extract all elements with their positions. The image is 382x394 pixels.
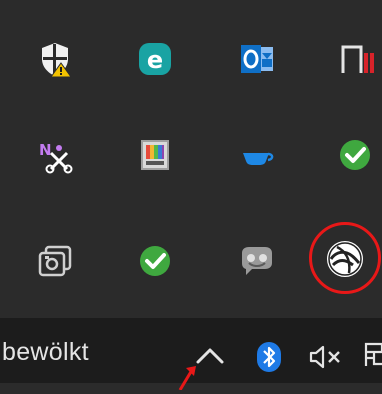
onenote-clip-icon[interactable]: N bbox=[28, 128, 82, 182]
cup-icon[interactable] bbox=[230, 128, 284, 182]
bluetooth-icon[interactable] bbox=[255, 340, 283, 374]
windows-security-warning-icon[interactable] bbox=[28, 32, 82, 86]
weather-label[interactable]: bewölkt bbox=[2, 338, 89, 367]
svg-text:e: e bbox=[147, 46, 163, 74]
red-bars-app-icon[interactable] bbox=[328, 32, 382, 86]
eset-icon[interactable]: e bbox=[128, 32, 182, 86]
screenshot-tool-icon[interactable] bbox=[28, 234, 82, 288]
sync-check-icon[interactable] bbox=[128, 234, 182, 288]
svg-text:N: N bbox=[39, 141, 52, 159]
volume-muted-icon[interactable] bbox=[305, 342, 345, 372]
annotation-arrow bbox=[170, 360, 210, 391]
hidden-icons-flyout: e N bbox=[0, 0, 382, 318]
ime-icon[interactable] bbox=[362, 338, 382, 372]
chat-bubble-icon[interactable] bbox=[230, 234, 284, 288]
outlook-icon[interactable] bbox=[230, 32, 284, 86]
color-palette-app-icon[interactable] bbox=[128, 128, 182, 182]
highlight-annotation-circle bbox=[309, 222, 381, 294]
onedrive-synced-check-icon[interactable] bbox=[328, 128, 382, 182]
